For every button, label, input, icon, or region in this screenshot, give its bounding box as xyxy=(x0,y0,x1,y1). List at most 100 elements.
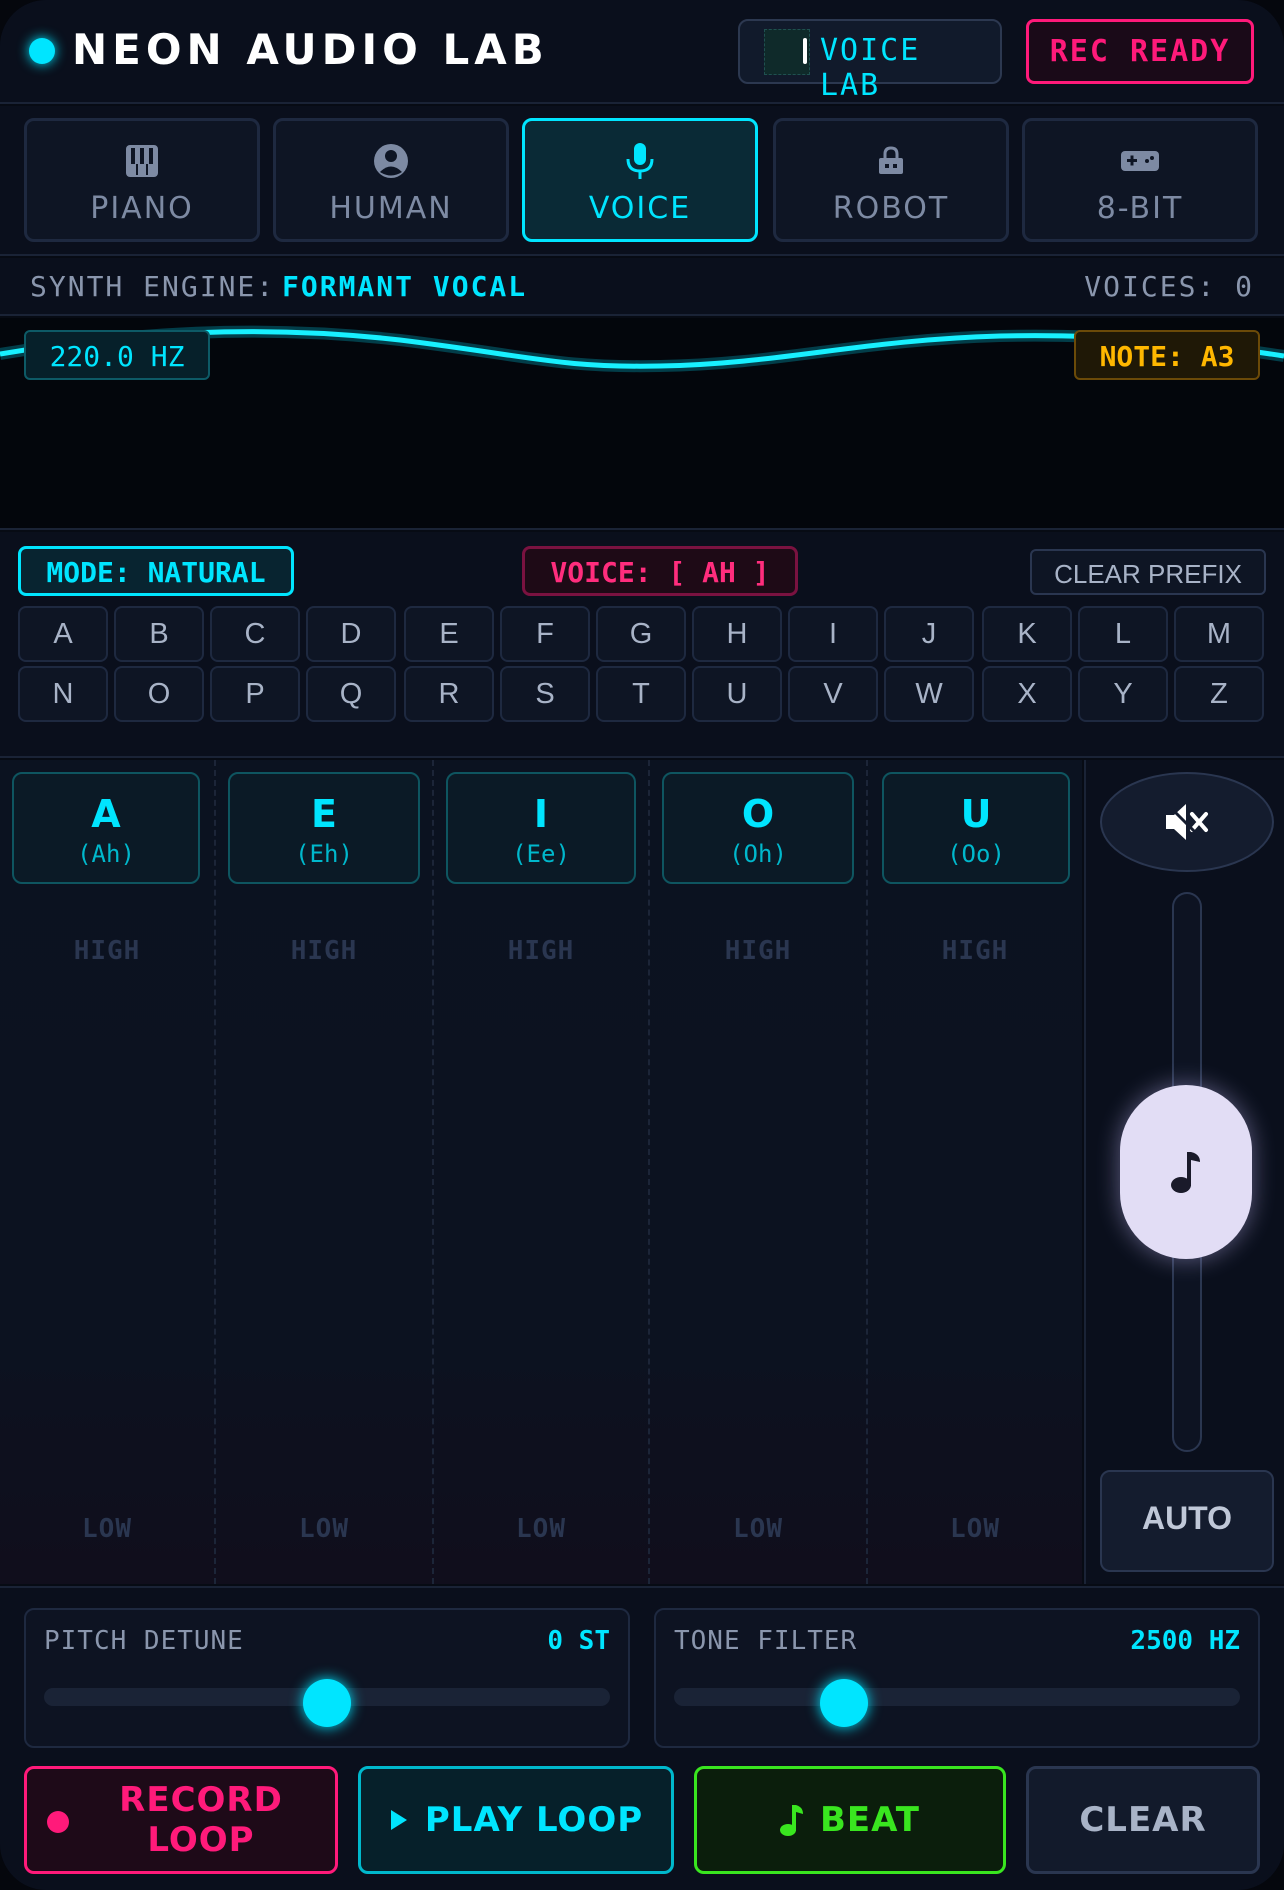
key-o[interactable]: O xyxy=(114,666,204,722)
tab-label: ROBOT xyxy=(832,191,950,226)
vowel-lane-e[interactable]: E (Eh) HIGH LOW xyxy=(216,760,434,1584)
tab-piano[interactable]: PIANO xyxy=(24,118,260,242)
key-label: A xyxy=(53,618,73,650)
tone-filter-value: 2500 HZ xyxy=(1130,1626,1240,1656)
key-h[interactable]: H xyxy=(692,606,782,662)
play-loop-label: PLAY LOOP xyxy=(424,1800,644,1840)
lane-low-label: LOW xyxy=(299,1514,349,1544)
play-loop-button[interactable]: PLAY LOOP xyxy=(358,1766,674,1874)
vowel-letter: U xyxy=(960,792,992,836)
tab-8bit[interactable]: 8-BIT xyxy=(1022,118,1258,242)
vowel-lane-a[interactable]: A (Ah) HIGH LOW xyxy=(0,760,216,1584)
piano-icon xyxy=(27,141,257,181)
beat-button[interactable]: BEAT xyxy=(694,1766,1006,1874)
mic-icon xyxy=(525,141,755,181)
app-window: NEON AUDIO LAB VOICE LAB REC READY PIANO… xyxy=(0,0,1284,1890)
key-label: C xyxy=(244,618,266,650)
voice-lab-badge[interactable]: VOICE LAB xyxy=(738,19,1002,103)
music-note-icon xyxy=(1171,1152,1200,1193)
vowel-button-i[interactable]: I (Ee) xyxy=(446,772,636,884)
key-n[interactable]: N xyxy=(18,666,108,722)
lane-low-label: LOW xyxy=(82,1514,132,1544)
clear-button[interactable]: CLEAR xyxy=(1026,1766,1260,1874)
key-j[interactable]: J xyxy=(884,606,974,662)
tab-human[interactable]: HUMAN xyxy=(273,118,509,242)
lane-low-label: LOW xyxy=(950,1514,1000,1544)
vowel-lane-u[interactable]: U (Oo) HIGH LOW xyxy=(868,760,1082,1584)
key-label: O xyxy=(147,678,171,710)
vowel-lane-i[interactable]: I (Ee) HIGH LOW xyxy=(434,760,650,1584)
key-label: V xyxy=(823,678,843,710)
tab-robot[interactable]: ROBOT xyxy=(773,118,1009,242)
key-u[interactable]: U xyxy=(692,666,782,722)
mode-keyboard-section: MODE: NATURAL VOICE: [ AH ] CLEAR PREFIX… xyxy=(0,532,1284,758)
vowel-button-a[interactable]: A (Ah) xyxy=(12,772,200,884)
key-d[interactable]: D xyxy=(306,606,396,662)
record-loop-button[interactable]: RECORD LOOP xyxy=(24,1766,338,1874)
key-label: Q xyxy=(339,678,363,710)
key-e[interactable]: E xyxy=(404,606,494,662)
vowel-lane-o[interactable]: O (Oh) HIGH LOW xyxy=(650,760,868,1584)
key-label: N xyxy=(52,678,74,710)
waveform-scope: 220.0 HZ NOTE: A3 xyxy=(0,318,1284,530)
beat-label-wrap: BEAT xyxy=(697,1769,1003,1871)
music-note-icon xyxy=(779,1805,803,1836)
status-dot-icon xyxy=(29,38,55,64)
tone-filter-track[interactable] xyxy=(674,1688,1240,1706)
auto-button[interactable]: AUTO xyxy=(1100,1470,1274,1572)
key-label: M xyxy=(1206,618,1232,650)
vowel-button-e[interactable]: E (Eh) xyxy=(228,772,420,884)
key-f[interactable]: F xyxy=(500,606,590,662)
tab-label: 8-BIT xyxy=(1096,191,1184,226)
key-t[interactable]: T xyxy=(596,666,686,722)
key-g[interactable]: G xyxy=(596,606,686,662)
key-a[interactable]: A xyxy=(18,606,108,662)
rec-ready-badge[interactable]: REC READY xyxy=(1026,19,1254,84)
key-label: B xyxy=(149,618,169,650)
mode-toggle[interactable]: MODE: NATURAL xyxy=(18,546,294,596)
vowel-button-u[interactable]: U (Oo) xyxy=(882,772,1070,884)
rec-ready-label: REC READY xyxy=(1049,34,1231,69)
clear-prefix-button[interactable]: CLEAR PREFIX xyxy=(1030,549,1266,595)
key-i[interactable]: I xyxy=(788,606,878,662)
vowel-sound: (Eh) xyxy=(295,840,353,868)
lane-high-label: HIGH xyxy=(73,936,141,966)
gamepad-icon xyxy=(1025,141,1255,181)
lane-low-label: LOW xyxy=(516,1514,566,1544)
note-label: NOTE: A3 xyxy=(1099,340,1235,373)
key-r[interactable]: R xyxy=(404,666,494,722)
key-l[interactable]: L xyxy=(1078,606,1168,662)
beat-label: BEAT xyxy=(819,1800,920,1840)
key-w[interactable]: W xyxy=(884,666,974,722)
tone-filter-thumb[interactable] xyxy=(819,1679,868,1727)
key-label: I xyxy=(828,618,838,650)
key-v[interactable]: V xyxy=(788,666,878,722)
play-loop-label-wrap: PLAY LOOP xyxy=(361,1769,671,1871)
note-badge: NOTE: A3 xyxy=(1074,330,1260,380)
key-label: G xyxy=(629,618,653,650)
lane-high-label: HIGH xyxy=(724,936,792,966)
key-q[interactable]: Q xyxy=(306,666,396,722)
tab-voice[interactable]: VOICE xyxy=(522,118,758,242)
key-z[interactable]: Z xyxy=(1174,666,1264,722)
key-b[interactable]: B xyxy=(114,606,204,662)
vowel-button-o[interactable]: O (Oh) xyxy=(662,772,854,884)
voice-lab-label: VOICE LAB xyxy=(820,33,921,103)
tab-label: PIANO xyxy=(90,191,194,226)
frequency-label: 220.0 HZ xyxy=(49,340,185,373)
key-k[interactable]: K xyxy=(982,606,1072,662)
key-c[interactable]: C xyxy=(210,606,300,662)
pitch-bend-handle[interactable] xyxy=(1120,1085,1252,1259)
key-m[interactable]: M xyxy=(1174,606,1264,662)
mute-button[interactable] xyxy=(1100,772,1274,872)
key-x[interactable]: X xyxy=(982,666,1072,722)
key-y[interactable]: Y xyxy=(1078,666,1168,722)
vowel-sound: (Oo) xyxy=(947,840,1005,868)
key-p[interactable]: P xyxy=(210,666,300,722)
vowel-letter: O xyxy=(741,792,775,836)
key-s[interactable]: S xyxy=(500,666,590,722)
vowel-sound: (Ee) xyxy=(512,840,570,868)
key-label: R xyxy=(438,678,460,710)
play-icon xyxy=(390,1810,407,1830)
pitch-detune-thumb[interactable] xyxy=(303,1679,351,1727)
